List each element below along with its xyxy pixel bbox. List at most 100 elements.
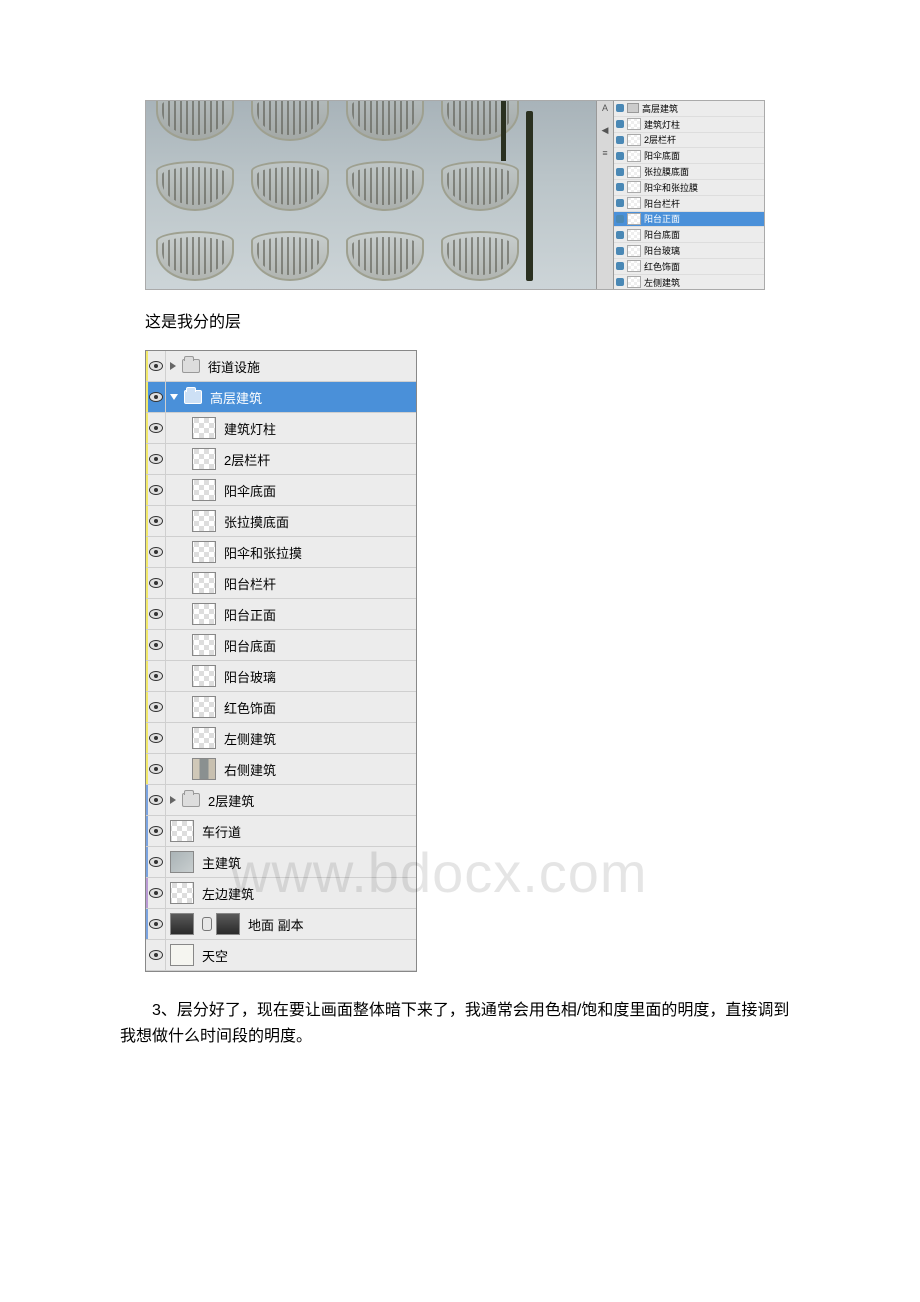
layer-thumbnail [627, 197, 641, 209]
layer-label: 阳台玻璃 [224, 667, 276, 686]
visibility-toggle[interactable] [146, 537, 166, 567]
visibility-toggle[interactable] [146, 475, 166, 505]
visibility-icon[interactable] [616, 183, 624, 191]
visibility-toggle[interactable] [146, 940, 166, 970]
layer-row[interactable]: 阳台正面 [146, 599, 416, 630]
visibility-toggle[interactable] [146, 661, 166, 691]
visibility-toggle[interactable] [146, 568, 166, 598]
layer-row[interactable]: 阳伞和张拉摸 [146, 537, 416, 568]
visibility-toggle[interactable] [146, 351, 166, 381]
mini-layer-item[interactable]: 2层栏杆 [614, 133, 764, 149]
layer-row[interactable]: 车行道 [146, 816, 416, 847]
mini-layer-label: 2层栏杆 [644, 133, 676, 146]
layer-label: 建筑灯柱 [224, 419, 276, 438]
visibility-toggle[interactable] [146, 692, 166, 722]
visibility-toggle[interactable] [146, 506, 166, 536]
visibility-icon[interactable] [616, 215, 624, 223]
visibility-toggle[interactable] [146, 785, 166, 815]
visibility-toggle[interactable] [146, 630, 166, 660]
layer-label: 2层栏杆 [224, 450, 270, 469]
layer-row[interactable]: 阳台底面 [146, 630, 416, 661]
disclosure-triangle-closed-icon[interactable] [170, 796, 176, 804]
visibility-icon[interactable] [616, 231, 624, 239]
layer-thumbnail [170, 851, 194, 873]
eye-icon [149, 609, 163, 619]
layer-content: 阳台正面 [166, 599, 416, 629]
visibility-icon[interactable] [616, 152, 624, 160]
visibility-toggle[interactable] [146, 599, 166, 629]
visibility-icon[interactable] [616, 120, 624, 128]
mask-thumbnail [216, 913, 240, 935]
layer-row[interactable]: 2层栏杆 [146, 444, 416, 475]
mini-layer-item[interactable]: 红色饰面 [614, 259, 764, 275]
mini-layer-item[interactable]: 阳台玻璃 [614, 243, 764, 259]
visibility-icon[interactable] [616, 168, 624, 176]
disclosure-triangle-open-icon[interactable] [170, 394, 178, 400]
layer-row[interactable]: 阳台玻璃 [146, 661, 416, 692]
mini-layer-item[interactable]: 阳台栏杆 [614, 196, 764, 212]
mini-layer-label: 阳台正面 [644, 212, 680, 225]
layer-row[interactable]: 左侧建筑 [146, 723, 416, 754]
visibility-icon[interactable] [616, 136, 624, 144]
mini-layer-item[interactable]: 阳伞和张拉膜 [614, 180, 764, 196]
mini-layer-item[interactable]: 阳台底面 [614, 227, 764, 243]
visibility-icon[interactable] [616, 247, 624, 255]
layer-row[interactable]: 主建筑 [146, 847, 416, 878]
eye-icon [149, 485, 163, 495]
visibility-icon[interactable] [616, 262, 624, 270]
mini-layer-item[interactable]: 左侧建筑 [614, 275, 764, 289]
layer-row[interactable]: 左边建筑 [146, 878, 416, 909]
visibility-toggle[interactable] [146, 444, 166, 474]
visibility-toggle[interactable] [146, 382, 166, 412]
layer-thumbnail [170, 944, 194, 966]
eye-icon [149, 919, 163, 929]
mini-layer-label: 左侧建筑 [644, 276, 680, 289]
visibility-icon[interactable] [616, 278, 624, 286]
eye-icon [149, 950, 163, 960]
visibility-icon[interactable] [616, 104, 624, 112]
visibility-toggle[interactable] [146, 723, 166, 753]
visibility-toggle[interactable] [146, 909, 166, 939]
layer-label: 阳台正面 [224, 605, 276, 624]
layer-label: 阳伞和张拉摸 [224, 543, 302, 562]
mini-layer-item[interactable]: 阳台正面 [614, 212, 764, 228]
layer-label: 张拉摸底面 [224, 512, 289, 531]
layer-content: 地面 副本 [166, 909, 416, 939]
disclosure-triangle-closed-icon[interactable] [170, 362, 176, 370]
layer-row[interactable]: 右侧建筑 [146, 754, 416, 785]
mini-layer-item[interactable]: 张拉膜底面 [614, 164, 764, 180]
layer-thumbnail [627, 213, 641, 225]
visibility-icon[interactable] [616, 199, 624, 207]
layer-label: 车行道 [202, 822, 241, 841]
visibility-toggle[interactable] [146, 847, 166, 877]
figure-1-tool-strip: A◀≡ [596, 101, 614, 289]
layer-thumbnail [170, 882, 194, 904]
layer-row[interactable]: 阳台栏杆 [146, 568, 416, 599]
layer-group-row[interactable]: 高层建筑 [146, 382, 416, 413]
mini-layer-item[interactable]: 阳伞底面 [614, 148, 764, 164]
visibility-toggle[interactable] [146, 816, 166, 846]
layer-thumbnail [627, 245, 641, 257]
layer-row[interactable]: 地面 副本 [146, 909, 416, 940]
layer-content: 天空 [166, 940, 416, 970]
eye-icon [149, 795, 163, 805]
layer-group-row[interactable]: 街道设施 [146, 351, 416, 382]
layer-content: 街道设施 [166, 351, 416, 381]
layer-label: 2层建筑 [208, 791, 254, 810]
layer-row[interactable]: 建筑灯柱 [146, 413, 416, 444]
visibility-toggle[interactable] [146, 413, 166, 443]
layers-panel: 街道设施高层建筑建筑灯柱 2层栏杆阳伞底面张拉摸底面阳伞和张拉摸阳台栏杆阳台正面阳… [145, 350, 417, 972]
layer-thumbnail [192, 572, 216, 594]
layer-row[interactable]: 张拉摸底面 [146, 506, 416, 537]
layer-group-row[interactable]: 2层建筑 [146, 785, 416, 816]
layer-row[interactable]: 阳伞底面 [146, 475, 416, 506]
mini-layer-group[interactable]: 高层建筑 [614, 101, 764, 117]
layer-row[interactable]: 天空 [146, 940, 416, 971]
visibility-toggle[interactable] [146, 878, 166, 908]
layer-thumbnail [192, 541, 216, 563]
mini-layer-item[interactable]: 建筑灯柱 [614, 117, 764, 133]
layer-row[interactable]: 红色饰面 [146, 692, 416, 723]
eye-icon [149, 578, 163, 588]
visibility-toggle[interactable] [146, 754, 166, 784]
eye-icon [149, 764, 163, 774]
